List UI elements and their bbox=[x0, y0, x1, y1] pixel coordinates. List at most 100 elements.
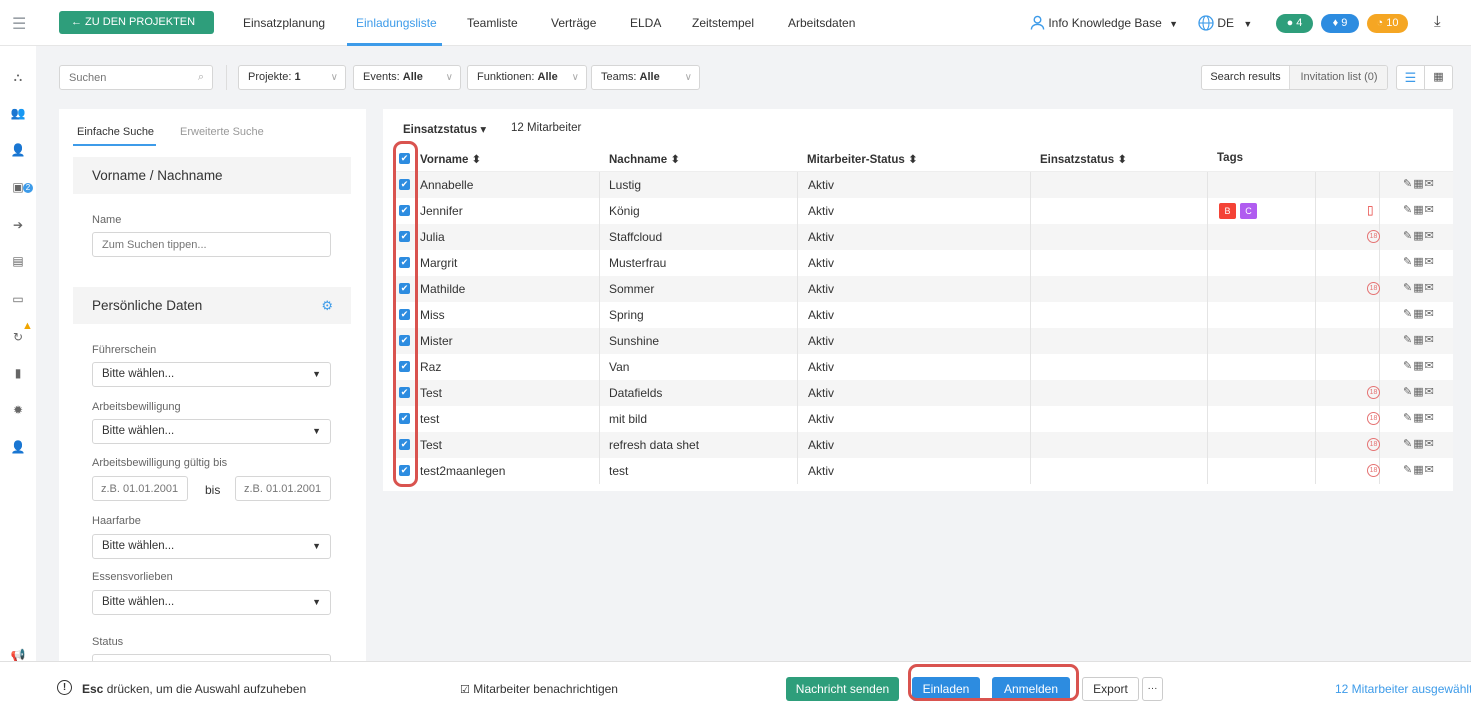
table-row[interactable]: ✔ Mister Sunshine Aktiv ✎▦✉ bbox=[393, 328, 1453, 354]
envelope-icon[interactable]: ✉ bbox=[1425, 386, 1435, 398]
user-menu[interactable]: Info Knowledge Base ▼ bbox=[1030, 15, 1178, 30]
tab-teamliste[interactable]: Teamliste bbox=[467, 16, 518, 30]
date-from-field[interactable] bbox=[92, 476, 188, 501]
tab-einsatzplanung[interactable]: Einsatzplanung bbox=[243, 16, 325, 30]
table-row[interactable]: ✔ Jennifer König Aktiv B C ▯ ✎▦✉ bbox=[393, 198, 1453, 224]
more-options-button[interactable]: ··· bbox=[1142, 677, 1163, 701]
megaphone-icon[interactable]: 📢 bbox=[9, 648, 27, 662]
edit-icon[interactable]: ✎ bbox=[1403, 308, 1413, 320]
edit-icon[interactable]: ✎ bbox=[1403, 386, 1413, 398]
hamburger-icon[interactable]: ☰ bbox=[12, 14, 26, 34]
date-to-input[interactable] bbox=[236, 477, 328, 500]
table-row[interactable]: ✔ Miss Spring Aktiv ✎▦✉ bbox=[393, 302, 1453, 328]
table-row[interactable]: ✔ Raz Van Aktiv ✎▦✉ bbox=[393, 354, 1453, 380]
gear-icon[interactable]: ✹ bbox=[9, 403, 27, 417]
search-results-button[interactable]: Search results bbox=[1202, 66, 1290, 89]
tab-arbeitsdaten[interactable]: Arbeitsdaten bbox=[788, 16, 855, 30]
tab-einladungsliste[interactable]: Einladungsliste bbox=[356, 16, 437, 30]
envelope-icon[interactable]: ✉ bbox=[1425, 308, 1435, 320]
edit-icon[interactable]: ✎ bbox=[1403, 282, 1413, 294]
calendar-icon[interactable]: ▦ bbox=[1413, 308, 1424, 320]
permit-select[interactable]: Bitte wählen... ▼ bbox=[92, 419, 331, 444]
user-add-icon[interactable]: 👤 bbox=[9, 143, 27, 157]
deploy-status-dropdown[interactable]: Einsatzstatus ▾ bbox=[403, 122, 486, 136]
envelope-icon[interactable]: ✉ bbox=[1425, 412, 1435, 424]
envelope-icon[interactable]: ✉ bbox=[1425, 256, 1435, 268]
header-first-name[interactable]: Vorname ⬍ bbox=[420, 152, 481, 166]
envelope-icon[interactable]: ✉ bbox=[1425, 464, 1435, 476]
list-view-icon[interactable]: ☰ bbox=[1396, 65, 1425, 90]
sitemap-icon[interactable]: ⛬ bbox=[9, 70, 27, 85]
calendar-icon[interactable]: ▦ bbox=[1413, 282, 1424, 294]
file-icon[interactable]: ▮ bbox=[9, 366, 27, 380]
header-deploy-status[interactable]: Einsatzstatus ⬍ bbox=[1040, 152, 1127, 166]
edit-icon[interactable]: ✎ bbox=[1403, 412, 1413, 424]
table-row[interactable]: ✔ Test Datafields Aktiv 18 ✎▦✉ bbox=[393, 380, 1453, 406]
name-input[interactable] bbox=[93, 233, 323, 256]
table-row[interactable]: ✔ Julia Staffcloud Aktiv 18 ✎▦✉ bbox=[393, 224, 1453, 250]
calendar-icon[interactable]: ▦ bbox=[1413, 178, 1424, 190]
user-cog-icon[interactable]: 👤 bbox=[9, 440, 27, 454]
tab-zeitstempel[interactable]: Zeitstempel bbox=[692, 16, 754, 30]
table-row[interactable]: ✔ Test refresh data shet Aktiv 18 ✎▦✉ bbox=[393, 432, 1453, 458]
search-input[interactable] bbox=[60, 66, 180, 89]
hair-select[interactable]: Bitte wählen... ▼ bbox=[92, 534, 331, 559]
tab-advanced-search[interactable]: Erweiterte Suche bbox=[180, 126, 264, 138]
edit-icon[interactable]: ✎ bbox=[1403, 334, 1413, 346]
envelope-icon[interactable]: ✉ bbox=[1425, 360, 1435, 372]
notify-toggle[interactable]: ☑ Mitarbeiter benachrichtigen bbox=[460, 682, 618, 696]
header-last-name[interactable]: Nachname ⬍ bbox=[609, 152, 680, 166]
pdf-file-icon[interactable]: ▯ bbox=[1367, 203, 1374, 217]
reminders-pill[interactable]: ◔ 10 bbox=[1367, 14, 1408, 33]
sign-in-icon[interactable]: ➔ bbox=[9, 218, 27, 232]
messages-pill[interactable]: ● 4 bbox=[1276, 14, 1313, 33]
send-message-button[interactable]: Nachricht senden bbox=[786, 677, 899, 701]
sync-icon[interactable]: ↻ bbox=[9, 330, 27, 344]
tab-simple-search[interactable]: Einfache Suche bbox=[77, 126, 154, 138]
filter-projects[interactable]: Projekte: 1 ∨ bbox=[238, 65, 346, 90]
building-icon[interactable]: ▤ bbox=[9, 254, 27, 268]
edit-icon[interactable]: ✎ bbox=[1403, 204, 1413, 216]
calendar-icon[interactable]: ▦ bbox=[1413, 464, 1424, 476]
envelope-icon[interactable]: ✉ bbox=[1425, 204, 1435, 216]
calendar-icon[interactable]: ▦ bbox=[1413, 230, 1424, 242]
invitation-list-button[interactable]: Invitation list (0) bbox=[1290, 66, 1387, 89]
table-row[interactable]: ✔ test2maanlegen test Aktiv 18 ✎▦✉ bbox=[393, 458, 1453, 484]
header-employee-status[interactable]: Mitarbeiter-Status ⬍ bbox=[807, 152, 918, 166]
grid-view-icon[interactable]: ▦ bbox=[1424, 65, 1453, 90]
edit-icon[interactable]: ✎ bbox=[1403, 360, 1413, 372]
envelope-icon[interactable]: ✉ bbox=[1425, 230, 1435, 242]
table-row[interactable]: ✔ Margrit Musterfrau Aktiv ✎▦✉ bbox=[393, 250, 1453, 276]
envelope-icon[interactable]: ✉ bbox=[1425, 438, 1435, 450]
calendar-icon[interactable]: ▦ bbox=[1413, 386, 1424, 398]
calendar-icon[interactable]: ▦ bbox=[1413, 334, 1424, 346]
date-to-field[interactable] bbox=[235, 476, 331, 501]
filter-functions[interactable]: Funktionen: Alle ∨ bbox=[467, 65, 587, 90]
language-selector[interactable]: DE ▼ bbox=[1198, 15, 1252, 31]
search-box[interactable]: ⌕ bbox=[59, 65, 213, 90]
download-icon[interactable]: ⤓ bbox=[1434, 13, 1441, 30]
filter-teams[interactable]: Teams: Alle ∨ bbox=[591, 65, 700, 90]
edit-icon[interactable]: ✎ bbox=[1403, 438, 1413, 450]
calendar-icon[interactable]: ▦ bbox=[1413, 204, 1424, 216]
tag-badge[interactable]: B bbox=[1219, 203, 1236, 219]
name-field[interactable] bbox=[92, 232, 331, 257]
table-row[interactable]: ✔ Annabelle Lustig Aktiv ✎▦✉ bbox=[393, 172, 1453, 198]
envelope-icon[interactable]: ✉ bbox=[1425, 282, 1435, 294]
edit-icon[interactable]: ✎ bbox=[1403, 230, 1413, 242]
checkbox-icon[interactable]: ☑ bbox=[460, 684, 470, 696]
calendar-check-icon[interactable]: ▣ bbox=[9, 180, 27, 194]
gear-icon[interactable]: ⚙ bbox=[321, 287, 333, 324]
calendar-icon[interactable]: ▦ bbox=[1413, 412, 1424, 424]
table-row[interactable]: ✔ test mit bild Aktiv 18 ✎▦✉ bbox=[393, 406, 1453, 432]
calendar-icon[interactable]: ▦ bbox=[1413, 360, 1424, 372]
status-select[interactable] bbox=[92, 654, 331, 661]
notifications-pill[interactable]: ♦ 9 bbox=[1321, 14, 1359, 33]
users-icon[interactable]: 👥 bbox=[9, 106, 27, 120]
money-icon[interactable]: ▭ bbox=[9, 292, 27, 306]
date-from-input[interactable] bbox=[93, 477, 185, 500]
edit-icon[interactable]: ✎ bbox=[1403, 178, 1413, 190]
table-row[interactable]: ✔ Mathilde Sommer Aktiv 18 ✎▦✉ bbox=[393, 276, 1453, 302]
license-select[interactable]: Bitte wählen... ▼ bbox=[92, 362, 331, 387]
envelope-icon[interactable]: ✉ bbox=[1425, 178, 1435, 190]
